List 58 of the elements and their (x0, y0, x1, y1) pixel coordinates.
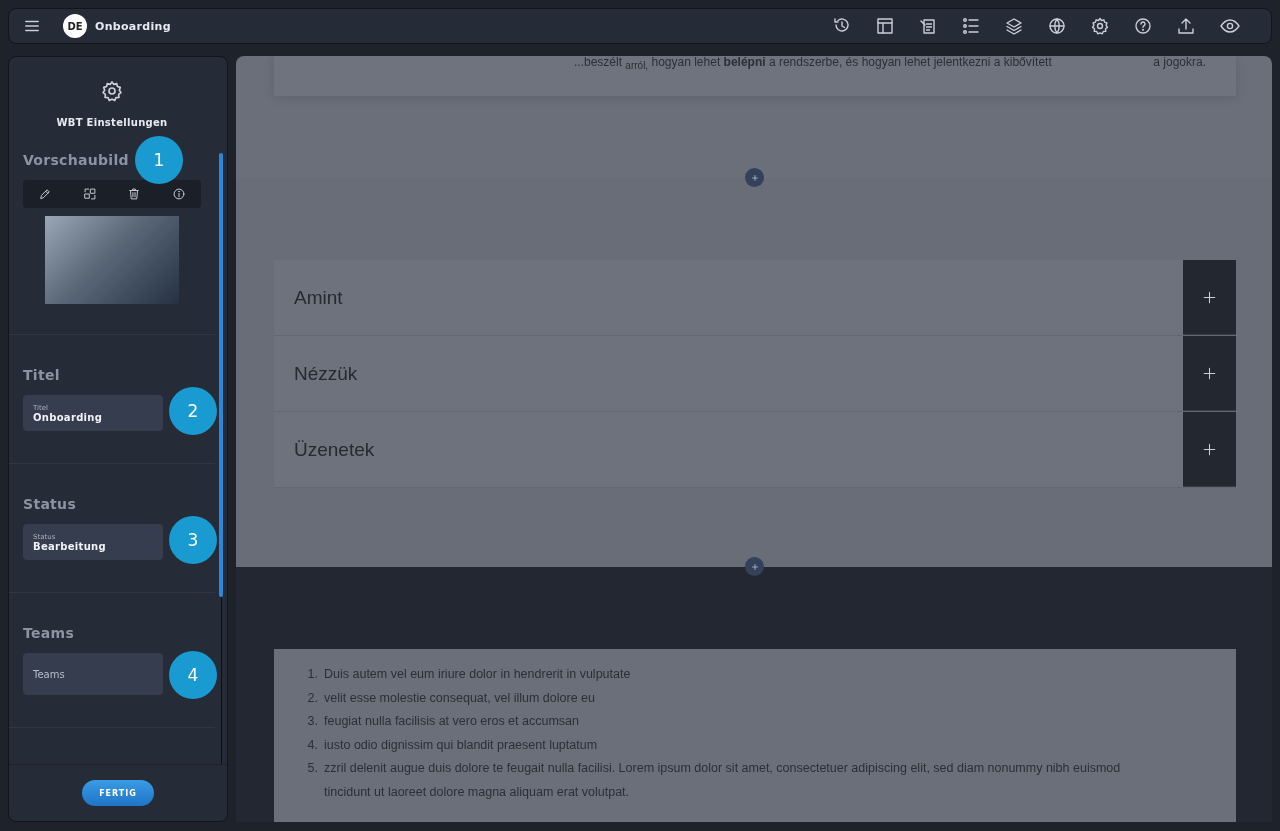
info-button[interactable] (171, 187, 186, 201)
settings-button[interactable] (1090, 16, 1110, 36)
list-number: 1. (306, 666, 318, 683)
list-number: 2. (306, 689, 318, 707)
done-button[interactable]: FERTIG (82, 780, 154, 806)
layout-icon (875, 16, 895, 36)
document-edit-button[interactable] (918, 16, 938, 36)
upload-icon (1176, 16, 1196, 36)
scrollbar-thumb[interactable] (219, 153, 223, 597)
pencil-icon (38, 187, 53, 201)
pencil-button[interactable] (38, 187, 53, 201)
help-icon (1133, 16, 1153, 36)
section-title: Titel (23, 367, 60, 383)
trash-icon (127, 187, 142, 201)
paragraph-text: ...beszélt $_{arról,}$ hogyan lehet belépni a rendszerbe, és hogyan lehet jelentkezni a kibővített (574, 56, 1052, 74)
plus-icon (1202, 441, 1217, 457)
list-button[interactable] (961, 16, 981, 36)
upload-button[interactable] (1176, 16, 1196, 36)
preview-eye-button[interactable] (1219, 16, 1241, 36)
trash-button[interactable] (127, 187, 142, 201)
input-field[interactable]: Teams (23, 653, 163, 695)
step-marker: 4 (169, 651, 217, 699)
list-icon (961, 16, 981, 36)
list-number: 4. (306, 736, 318, 754)
settings-icon (1090, 16, 1110, 36)
globe-icon (1047, 16, 1067, 36)
list-item: iusto odio dignissim qui blandit praesent luptatum (324, 736, 598, 754)
step-marker: 2 (169, 387, 217, 435)
panel-heading: WBT Einstellungen (56, 117, 168, 128)
section-title: Vorschaubild (23, 152, 129, 168)
preview-eye-icon (1219, 16, 1241, 36)
info-icon (171, 187, 186, 201)
list-item: velit esse molestie consequat, vel illum dolore eu (324, 689, 595, 707)
globe-button[interactable] (1047, 16, 1067, 36)
language-badge[interactable]: DE (63, 14, 87, 38)
plus-icon (749, 561, 760, 572)
step-marker: 1 (135, 136, 183, 184)
help-button[interactable] (1133, 16, 1153, 36)
layers-button[interactable] (1004, 16, 1024, 36)
step-marker: 3 (169, 516, 217, 564)
document-edit-icon (918, 16, 938, 36)
section-title: Status (23, 496, 76, 512)
replace-icon (82, 187, 97, 201)
layers-icon (1004, 16, 1024, 36)
plus-icon (1202, 365, 1217, 381)
list-item: Duis autem vel eum iriure dolor in hendrerit in vulputate (324, 666, 631, 683)
plus-icon (749, 172, 760, 183)
section-title: Teams (23, 625, 75, 641)
settings-icon (100, 79, 124, 103)
list-number: 3. (306, 713, 318, 730)
rights-link[interactable]: a jogokra. (1153, 56, 1206, 96)
course-title: Onboarding (95, 19, 171, 33)
list-number: 5. (306, 760, 318, 777)
plus-icon (1202, 289, 1217, 305)
layout-button[interactable] (875, 16, 895, 36)
list-item: feugiat nulla facilisis at vero eros et accumsan (324, 713, 579, 730)
list-item: zzril delenit augue duis dolore te feugait nulla facilisi. Lorem ipsum dolor sit amet, consectetuer adipiscing elit, sed diam nonummy nibh euismod tincidunt ut laoreet dolore magna aliquam erat volutpat. (324, 760, 1122, 801)
replace-button[interactable] (82, 187, 97, 201)
